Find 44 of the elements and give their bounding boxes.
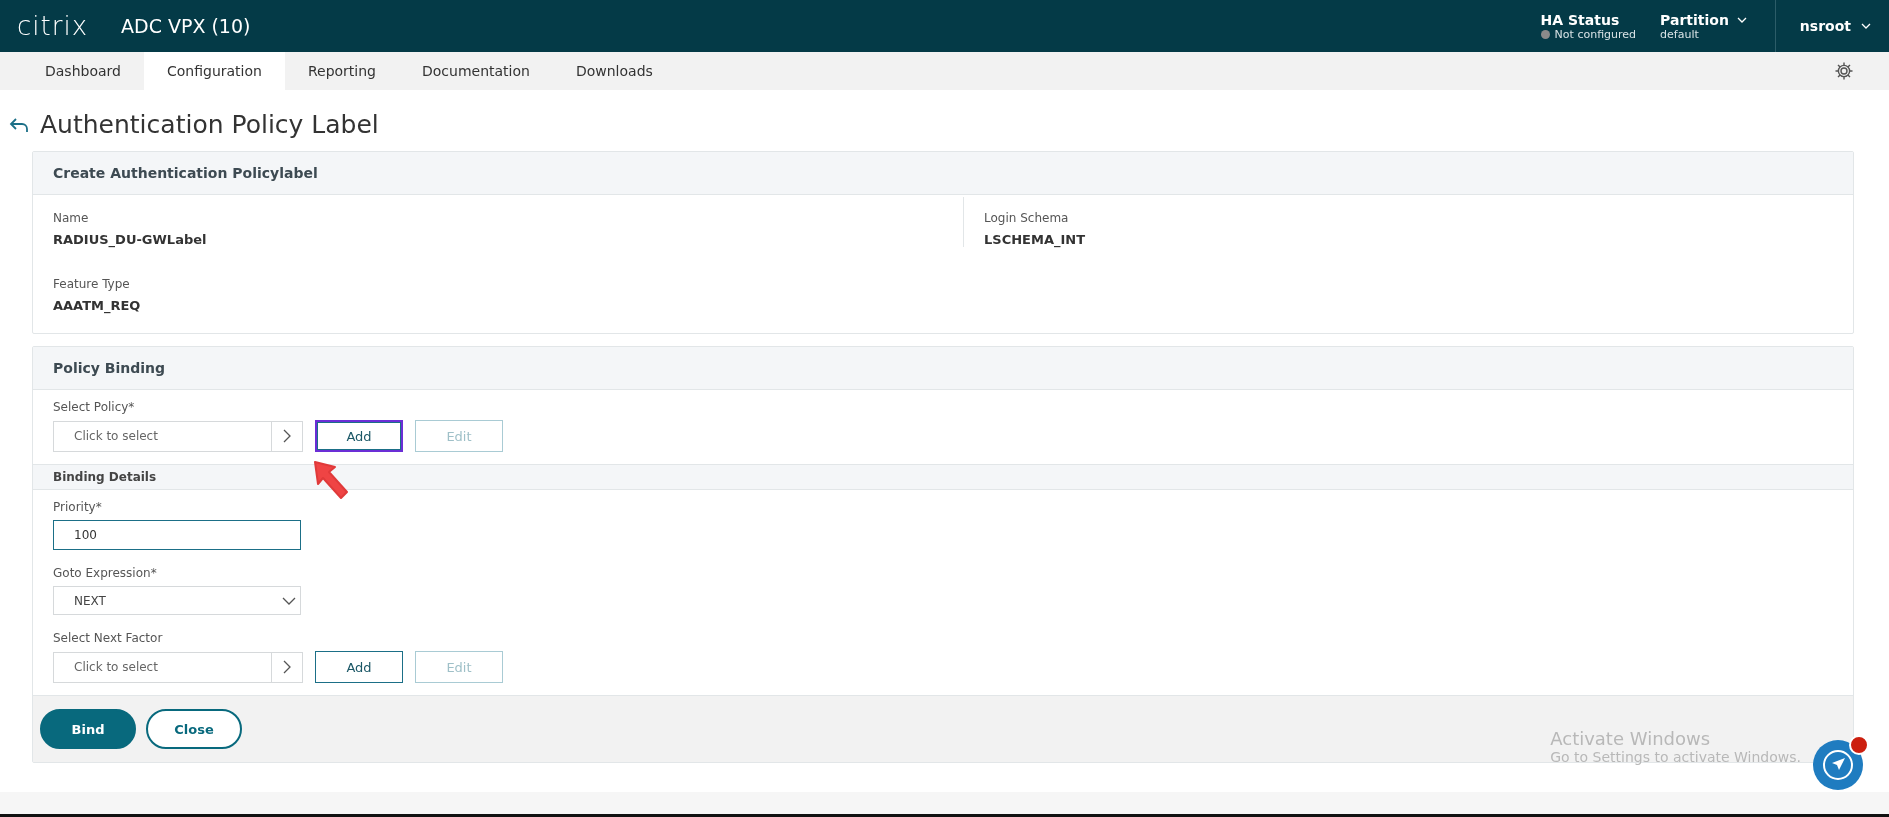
chevron-right-icon bbox=[283, 429, 291, 443]
field-label: Goto Expression* bbox=[53, 566, 158, 580]
nav-tab[interactable]: Downloads bbox=[552, 52, 676, 90]
page-title: Authentication Policy Label bbox=[40, 110, 379, 139]
status-dot-icon bbox=[1540, 29, 1550, 39]
field-label: Select Next Factor bbox=[53, 631, 164, 645]
product-title: ADC VPX (10) bbox=[121, 15, 251, 37]
ha-status-value: Not configured bbox=[1554, 27, 1637, 41]
chevron-down-icon bbox=[1736, 16, 1747, 23]
close-button[interactable]: Close bbox=[146, 709, 242, 749]
next-factor-picker[interactable]: Click to select bbox=[53, 651, 303, 683]
notification-dot-icon bbox=[1849, 735, 1869, 755]
section-header: Create Authentication Policylabel bbox=[33, 152, 1853, 195]
add-button[interactable]: Add bbox=[315, 651, 403, 683]
logo: citrix bbox=[17, 11, 88, 41]
settings-icon[interactable] bbox=[1834, 61, 1854, 81]
activation-subtitle: Go to Settings to activate Windows. bbox=[1550, 749, 1801, 765]
bind-button[interactable]: Bind bbox=[40, 709, 136, 749]
activation-title: Activate Windows bbox=[1550, 728, 1712, 749]
nav-tab[interactable]: Documentation bbox=[399, 52, 553, 90]
partition-dropdown[interactable]: Partition default bbox=[1660, 11, 1747, 41]
field-value: LSCHEMA_INT bbox=[984, 232, 1087, 247]
field-label: Login Schema bbox=[984, 211, 1070, 225]
goto-expression-dropdown[interactable]: NEXT bbox=[53, 586, 301, 615]
policy-picker[interactable]: Click to select bbox=[53, 420, 303, 452]
navigation-icon bbox=[1821, 748, 1855, 782]
chevron-down-icon bbox=[282, 596, 296, 605]
add-button[interactable]: Add bbox=[315, 420, 403, 452]
field-label: Priority* bbox=[53, 500, 103, 514]
field-label: Name bbox=[53, 211, 90, 225]
chevron-right-icon bbox=[283, 660, 291, 674]
nav-tab[interactable]: Reporting bbox=[284, 52, 399, 90]
chevron-down-icon bbox=[1861, 23, 1871, 29]
field-label: Select Policy* bbox=[53, 400, 136, 414]
nav-tab[interactable]: Configuration bbox=[143, 52, 285, 90]
ha-status-label: HA Status bbox=[1540, 11, 1621, 28]
subsection-header: Binding Details bbox=[33, 464, 1853, 490]
field-value: RADIUS_DU-GWLabel bbox=[53, 232, 208, 247]
priority-input[interactable]: 100 bbox=[53, 520, 301, 550]
nav-tab[interactable]: Dashboard bbox=[22, 52, 144, 90]
section-header: Policy Binding bbox=[33, 347, 1853, 390]
back-arrow-icon[interactable] bbox=[8, 115, 30, 134]
field-value: AAATM_REQ bbox=[53, 298, 142, 313]
field-label: Feature Type bbox=[53, 277, 131, 291]
